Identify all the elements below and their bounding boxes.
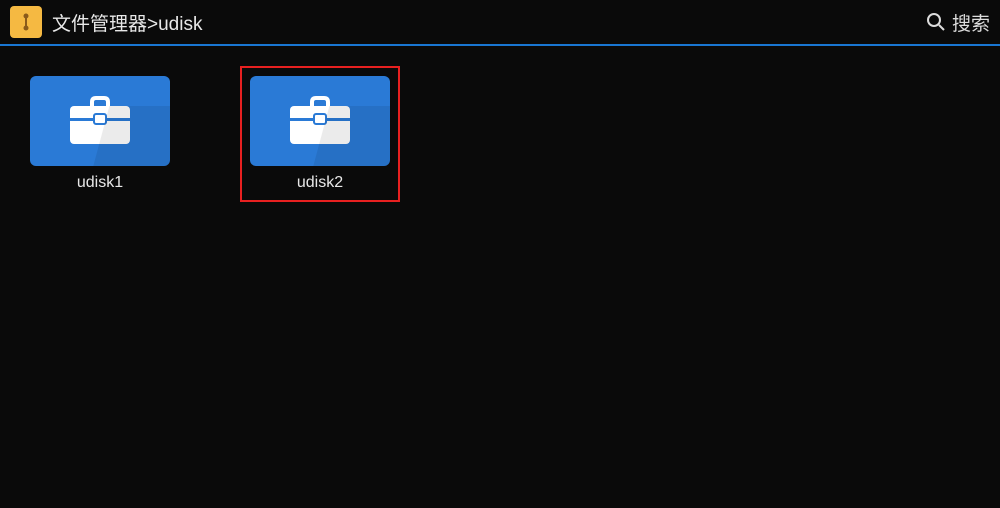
search-button[interactable]: 搜索 [926,9,990,36]
toolbox-icon [285,94,355,149]
archive-icon [16,12,36,32]
toolbox-icon [65,94,135,149]
folder-icon [250,76,390,166]
folder-label: udisk2 [297,174,343,192]
folder-label: udisk1 [77,174,123,192]
header: 文件管理器>udisk 搜索 [0,0,1000,44]
search-icon [926,12,946,32]
folder-item-udisk2[interactable]: udisk2 [240,66,400,202]
header-left: 文件管理器>udisk [10,6,202,38]
search-label: 搜索 [952,9,990,36]
content-area: udisk1 udisk2 [0,46,1000,222]
folder-icon [30,76,170,166]
breadcrumb[interactable]: 文件管理器>udisk [52,9,202,36]
app-icon[interactable] [10,6,42,38]
folder-item-udisk1[interactable]: udisk1 [20,66,180,202]
